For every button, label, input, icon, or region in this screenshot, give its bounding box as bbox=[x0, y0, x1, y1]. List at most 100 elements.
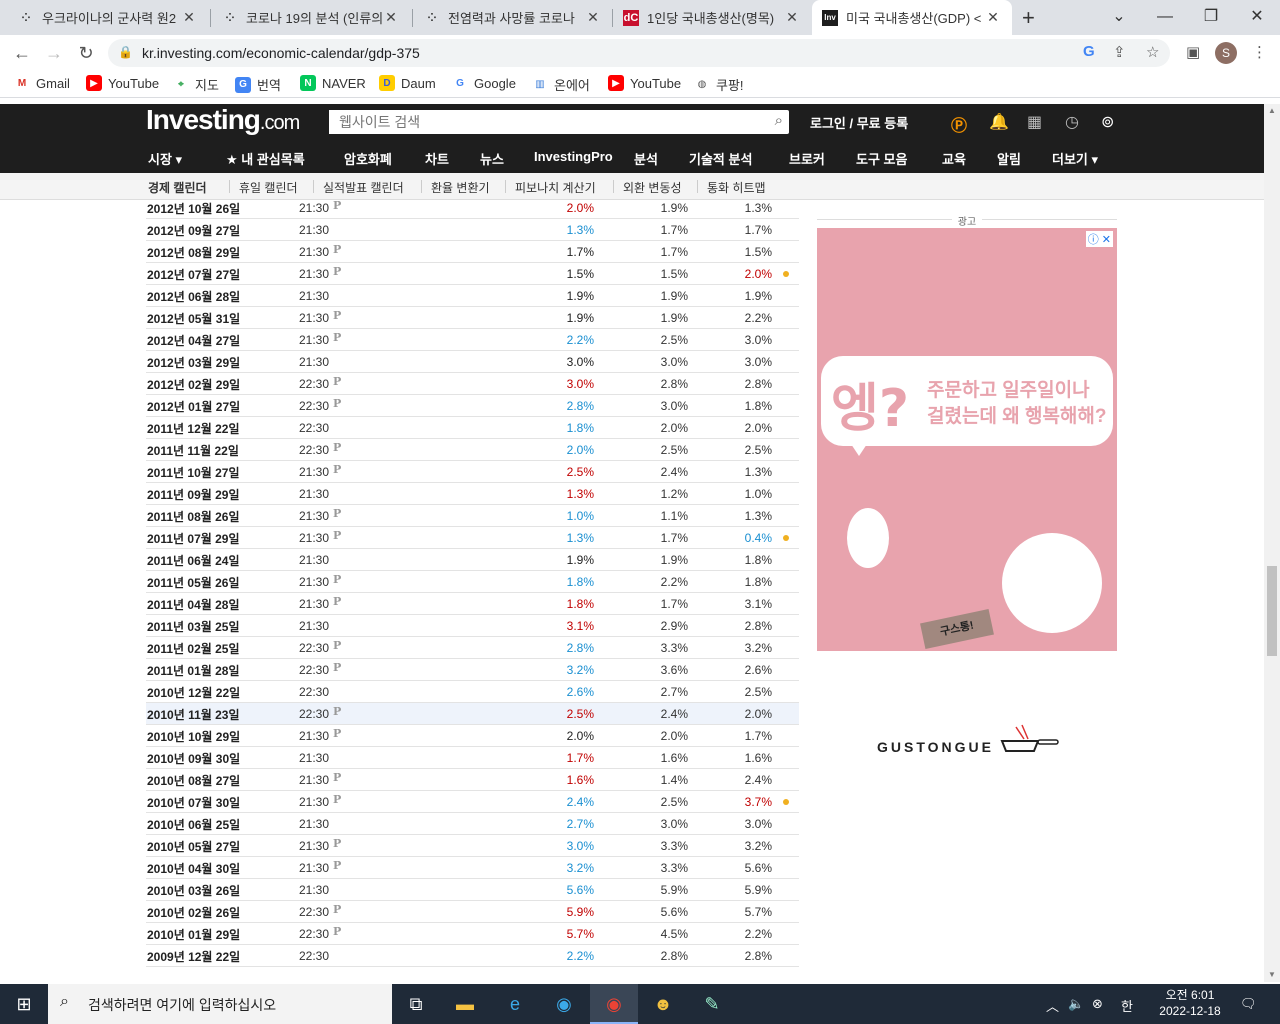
previous-value: 3.2% bbox=[744, 641, 772, 655]
tab-3[interactable]: ⁘ 전염력과 사망률 코로나 ✕ bbox=[414, 0, 612, 35]
tab-title: 1인당 국내총생산(명목) bbox=[647, 11, 775, 26]
nav-more[interactable]: 더보기 ▾ bbox=[1052, 149, 1098, 168]
app-icon[interactable]: ☻ bbox=[639, 984, 687, 1024]
bookmark-naver[interactable]: N NAVER bbox=[300, 75, 366, 91]
scroll-up-icon[interactable]: ▲ bbox=[1268, 106, 1276, 115]
minimize-button[interactable]: — bbox=[1142, 0, 1188, 35]
nav-brokers[interactable]: 브로커 bbox=[789, 149, 825, 168]
gustongue-logo[interactable]: GUSTONGUE bbox=[877, 739, 994, 755]
previous-value: 2.0% bbox=[744, 267, 772, 281]
bookmark-maps[interactable]: ⌖ 지도 bbox=[173, 75, 219, 94]
bell-icon[interactable]: 🔔 bbox=[989, 112, 1009, 132]
subnav-economic-calendar[interactable]: 경제 캘린더 bbox=[148, 179, 207, 196]
release-time: 22:30 bbox=[299, 905, 330, 919]
advertisement[interactable]: ⓘ ✕ 엥? 주문하고 일주일이나 걸렸는데 왜 행복해해? 구스통! bbox=[817, 228, 1117, 651]
subnav-fibonacci[interactable]: 피보나치 계산기 bbox=[515, 179, 596, 196]
nav-analysis[interactable]: 분석 bbox=[634, 149, 658, 168]
bookmark-coupang[interactable]: ◍ 쿠팡! bbox=[694, 75, 744, 94]
tab-5-active[interactable]: Inv 미국 국내총생산(GDP) < ✕ bbox=[812, 0, 1012, 35]
korea-flag-icon[interactable]: ⊚ bbox=[1101, 112, 1114, 132]
close-icon[interactable]: ✕ bbox=[984, 9, 1002, 26]
login-link[interactable]: 로그인 / 무료 등록 bbox=[810, 113, 908, 132]
bookmark-star-icon[interactable]: ☆ bbox=[1146, 43, 1159, 61]
bookmark-youtube[interactable]: ▶ YouTube bbox=[86, 75, 159, 91]
volume-icon[interactable]: 🔈 bbox=[1068, 996, 1084, 1012]
forecast-value: 1.7% bbox=[660, 531, 688, 545]
ad-line-1: 주문하고 일주일이나 bbox=[927, 380, 1090, 401]
nav-charts[interactable]: 차트 bbox=[425, 149, 449, 168]
revision-dot-icon[interactable] bbox=[783, 799, 789, 805]
subnav-holiday-calendar[interactable]: 휴일 캘린더 bbox=[239, 179, 298, 196]
bookmark-google[interactable]: G Google bbox=[452, 75, 516, 91]
chrome-icon[interactable]: ◉ bbox=[590, 984, 638, 1024]
portfolio-icon[interactable]: ▦ bbox=[1027, 112, 1042, 132]
search-input[interactable] bbox=[329, 110, 749, 134]
bookmark-youtube-2[interactable]: ▶ YouTube bbox=[608, 75, 681, 91]
bookmark-daum[interactable]: D Daum bbox=[379, 75, 436, 91]
nav-investingpro[interactable]: InvestingPro bbox=[534, 149, 613, 164]
file-explorer-icon[interactable]: ▬ bbox=[441, 984, 489, 1024]
maximize-button[interactable]: ❐ bbox=[1188, 0, 1234, 35]
notification-icon[interactable]: 🗨 bbox=[1240, 996, 1257, 1012]
revision-dot-icon[interactable] bbox=[783, 271, 789, 277]
scroll-thumb[interactable] bbox=[1267, 566, 1277, 656]
bookmark-gmail[interactable]: M Gmail bbox=[14, 75, 70, 91]
page-scrollbar[interactable]: ▲ ▼ bbox=[1264, 104, 1280, 982]
new-tab-button[interactable]: + bbox=[1022, 5, 1035, 31]
paint-icon[interactable]: ✎ bbox=[688, 984, 736, 1024]
nav-markets[interactable]: 시장 ▾ bbox=[148, 149, 182, 168]
task-view-icon[interactable]: ⧉ bbox=[392, 984, 440, 1024]
network-icon[interactable]: ⊗ bbox=[1092, 996, 1103, 1012]
close-window-button[interactable]: ✕ bbox=[1234, 0, 1280, 35]
nav-crypto[interactable]: 암호화폐 bbox=[344, 149, 392, 168]
edge-icon[interactable]: ◉ bbox=[540, 984, 588, 1024]
table-row: 2012년 05월 31일 21:30 P 1.9% 1.9% 2.2% bbox=[146, 307, 799, 329]
nav-education[interactable]: 교육 bbox=[942, 149, 966, 168]
tab-4[interactable]: dC 1인당 국내총생산(명목) ✕ bbox=[613, 0, 811, 35]
bookmark-onair[interactable]: ▥ 온에어 bbox=[532, 75, 590, 94]
back-button[interactable]: ← bbox=[8, 40, 36, 66]
subnav-heatmap[interactable]: 통화 히트맵 bbox=[707, 179, 766, 196]
bookmark-translate[interactable]: G 번역 bbox=[235, 75, 281, 94]
tab-2[interactable]: ⁘ 코로나 19의 분석 (인류의 ✕ bbox=[212, 0, 410, 35]
taskbar-clock[interactable]: 오전 6:01 2022-12-18 bbox=[1150, 987, 1230, 1019]
google-translate-icon[interactable]: G bbox=[1083, 43, 1095, 60]
tab-search-button[interactable]: ⌄ bbox=[1096, 0, 1142, 35]
nav-alerts[interactable]: 알림 bbox=[997, 149, 1021, 168]
share-icon[interactable]: ⇪ bbox=[1113, 43, 1126, 61]
tab-1[interactable]: ⁘ 우크라이나의 군사력 원2 ✕ bbox=[8, 0, 208, 35]
table-row: 2010년 07월 30일 21:30 P 2.4% 2.5% 3.7% bbox=[146, 791, 799, 813]
investingpro-icon[interactable]: Ⓟ bbox=[951, 112, 967, 136]
subnav-earnings-calendar[interactable]: 실적발표 캘린더 bbox=[323, 179, 404, 196]
nav-technical[interactable]: 기술적 분석 bbox=[689, 149, 752, 168]
avatar[interactable]: S bbox=[1215, 42, 1237, 64]
table-row: 2012년 03월 29일 21:30 3.0% 3.0% 3.0% bbox=[146, 351, 799, 373]
start-button[interactable]: ⊞ bbox=[0, 984, 48, 1024]
release-date: 2011년 07월 29일 bbox=[147, 532, 240, 546]
investing-logo[interactable]: Investing.com bbox=[146, 104, 300, 136]
revision-dot-icon[interactable] bbox=[783, 535, 789, 541]
close-icon[interactable]: ✕ bbox=[180, 9, 198, 26]
forward-button[interactable]: → bbox=[40, 40, 68, 66]
close-icon[interactable]: ✕ bbox=[584, 9, 602, 26]
subnav-currency-converter[interactable]: 환율 변환기 bbox=[431, 179, 490, 196]
ad-choices-icon[interactable]: ⓘ ✕ bbox=[1085, 231, 1113, 247]
site-search[interactable]: ⌕ bbox=[329, 110, 789, 134]
taskbar-search[interactable]: ⌕ 검색하려면 여기에 입력하십시오 bbox=[48, 984, 392, 1024]
address-bar[interactable]: 🔒 kr.investing.com/economic-calendar/gdp… bbox=[108, 39, 1170, 67]
scroll-down-icon[interactable]: ▼ bbox=[1268, 970, 1276, 979]
nav-watchlist[interactable]: ★ 내 관심목록 bbox=[226, 149, 305, 168]
side-panel-icon[interactable]: ▣ bbox=[1186, 43, 1200, 61]
ie-icon[interactable]: e bbox=[491, 984, 539, 1024]
tray-chevron-icon[interactable]: ︿ bbox=[1046, 996, 1059, 1015]
ime-indicator[interactable]: 한 bbox=[1121, 996, 1133, 1015]
search-icon[interactable]: ⌕ bbox=[775, 112, 783, 129]
menu-icon[interactable]: ⋮ bbox=[1252, 43, 1267, 61]
close-icon[interactable]: ✕ bbox=[783, 9, 801, 26]
reload-button[interactable]: ↻ bbox=[72, 40, 100, 66]
close-icon[interactable]: ✕ bbox=[382, 9, 400, 26]
clock-icon[interactable]: ◷ bbox=[1065, 112, 1079, 132]
nav-news[interactable]: 뉴스 bbox=[480, 149, 504, 168]
nav-tools[interactable]: 도구 모음 bbox=[856, 149, 907, 168]
subnav-fx-volatility[interactable]: 외환 변동성 bbox=[623, 179, 682, 196]
